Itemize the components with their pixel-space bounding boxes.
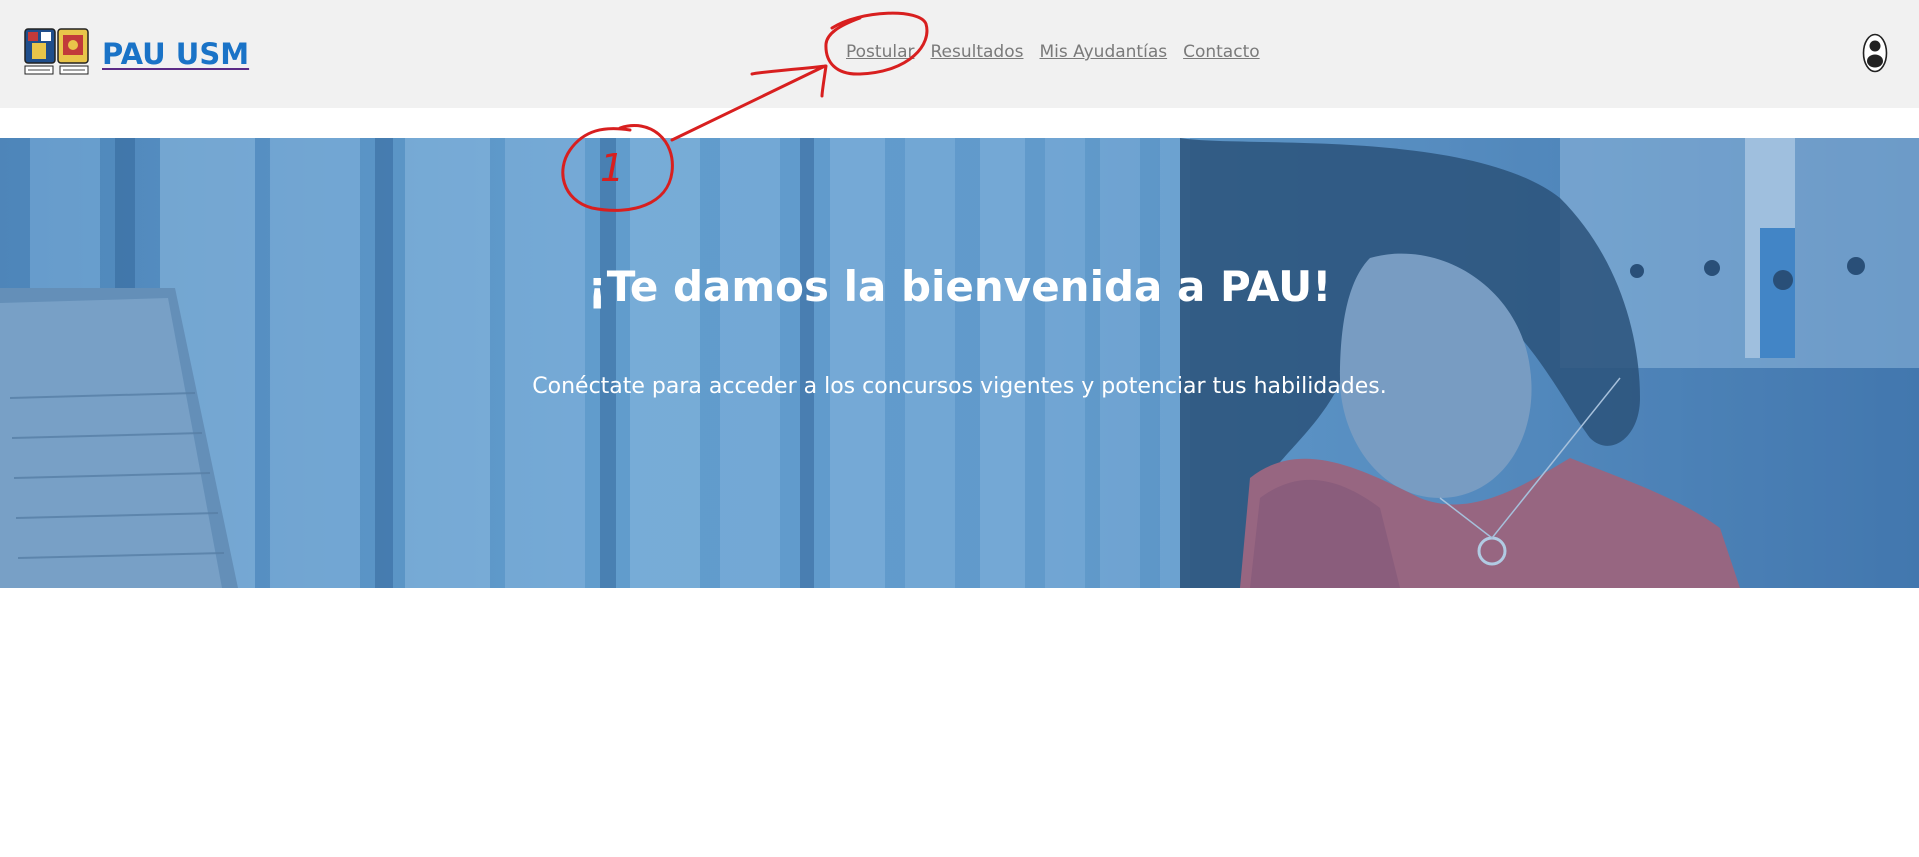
hero-banner: ¡Te damos la bienvenida a PAU! Conéctate… (0, 138, 1919, 588)
nav-link-postular[interactable]: Postular (846, 42, 914, 62)
nav-link-resultados[interactable]: Resultados (930, 42, 1023, 62)
nav-link-contacto[interactable]: Contacto (1183, 42, 1260, 62)
university-crest-icon (24, 28, 89, 75)
hero-background-photo (0, 138, 1919, 588)
nav-link-mis-ayudantias[interactable]: Mis Ayudantías (1039, 42, 1167, 62)
brand-title[interactable]: PAU USM (102, 37, 249, 71)
top-navbar: PAU USM Postular Resultados Mis Ayudantí… (0, 0, 1919, 108)
hero-title: ¡Te damos la bienvenida a PAU! (587, 262, 1332, 312)
page: PAU USM Postular Resultados Mis Ayudantí… (0, 0, 1919, 857)
user-avatar-icon[interactable] (1862, 33, 1888, 73)
main-nav: Postular Resultados Mis Ayudantías Conta… (846, 42, 1260, 62)
brand-home-link[interactable]: PAU USM (24, 28, 249, 80)
hero-subtitle: Conéctate para acceder a los concursos v… (532, 374, 1387, 399)
annotation-step-number: 1 (600, 146, 625, 190)
